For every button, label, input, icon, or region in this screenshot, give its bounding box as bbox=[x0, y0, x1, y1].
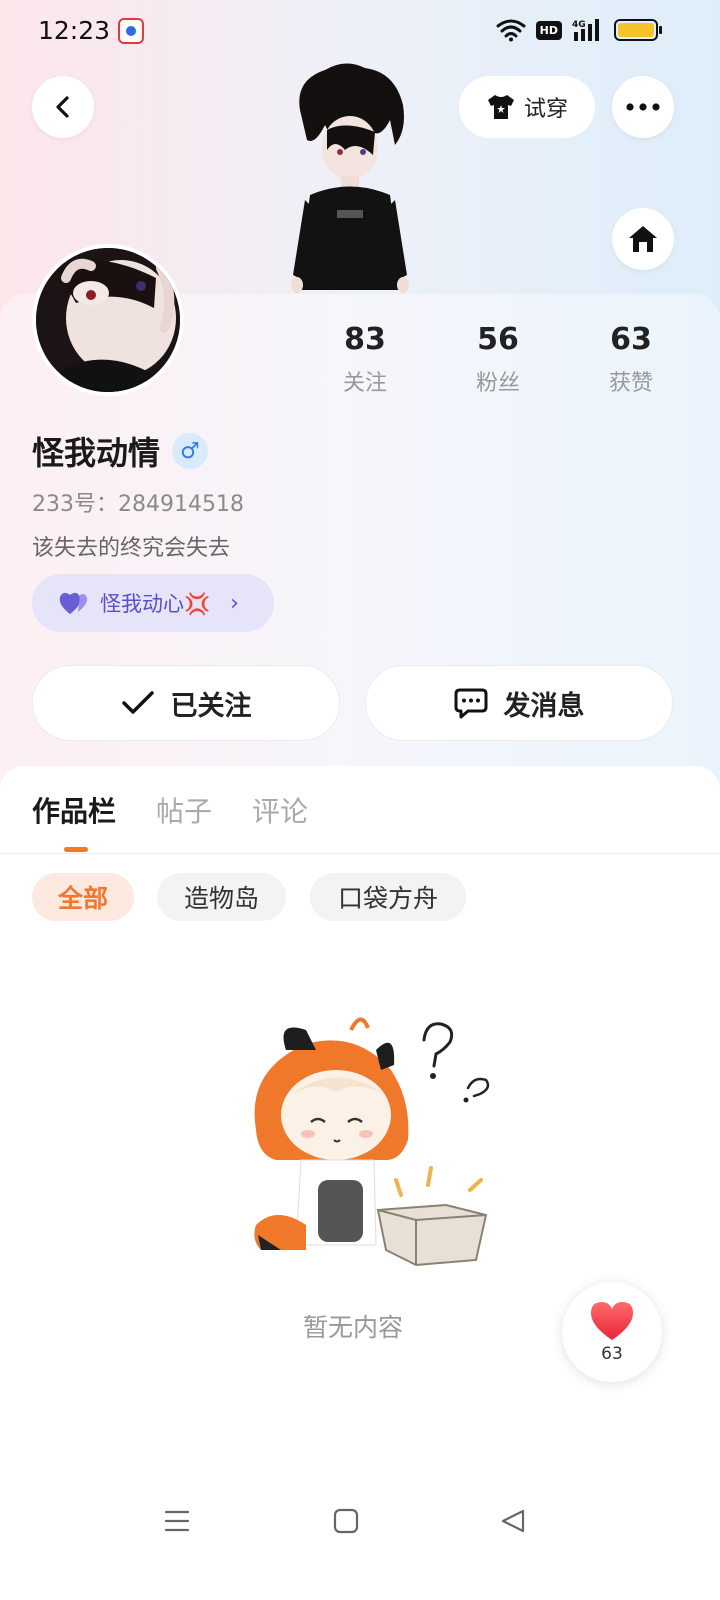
wifi-icon bbox=[496, 18, 526, 42]
svg-text:4G: 4G bbox=[572, 20, 586, 30]
send-message-label: 发消息 bbox=[503, 690, 585, 722]
signal-4g-icon: 4G bbox=[572, 18, 604, 42]
chat-bubble-icon bbox=[454, 688, 487, 719]
tab-posts[interactable]: 帖子 bbox=[156, 790, 212, 830]
chevron-right-icon: › bbox=[230, 590, 239, 616]
system-navigation-bar bbox=[0, 1490, 720, 1560]
stat-likes[interactable]: 63 获赞 bbox=[576, 322, 686, 397]
user-id: 233号：284914518 bbox=[32, 492, 244, 517]
user-bio: 该失去的终究会失去 bbox=[32, 536, 231, 561]
like-button[interactable]: 63 bbox=[562, 1282, 662, 1382]
home-space-button[interactable] bbox=[612, 208, 674, 270]
send-message-button[interactable]: 发消息 bbox=[365, 665, 673, 741]
following-label: 关注 bbox=[342, 371, 387, 396]
username: 怪我动情 bbox=[32, 434, 161, 472]
hd-badge: HD bbox=[535, 20, 562, 40]
status-time: 12:23 bbox=[38, 16, 111, 45]
signature-label: 怪我动心💢 bbox=[100, 592, 211, 616]
username-row: 怪我动情 ♂ bbox=[32, 428, 209, 474]
followed-label: 已关注 bbox=[170, 690, 252, 722]
fans-label: 粉丝 bbox=[475, 371, 520, 396]
active-tab-indicator bbox=[64, 847, 88, 852]
followed-button[interactable]: 已关注 bbox=[32, 665, 340, 741]
likes-label: 获赞 bbox=[608, 371, 653, 396]
baidu-app-icon bbox=[118, 18, 144, 44]
likes-count: 63 bbox=[610, 322, 652, 357]
battery-icon bbox=[614, 19, 662, 41]
red-heart-icon bbox=[591, 1302, 633, 1340]
stat-following[interactable]: 83 关注 bbox=[310, 322, 420, 397]
status-indicators: HD 4G bbox=[496, 18, 662, 42]
filter-zaowu-island[interactable]: 造物岛 bbox=[157, 873, 286, 921]
back-button[interactable] bbox=[32, 76, 94, 138]
male-gender-icon: ♂ bbox=[172, 433, 209, 469]
check-icon bbox=[121, 691, 154, 714]
more-dots-icon bbox=[626, 103, 660, 111]
square-home-icon[interactable] bbox=[333, 1508, 359, 1538]
fans-count: 56 bbox=[477, 322, 519, 357]
like-count: 63 bbox=[601, 1344, 623, 1364]
following-count: 83 bbox=[344, 322, 386, 357]
purple-heart-icon bbox=[59, 592, 88, 614]
more-options-button[interactable] bbox=[612, 76, 674, 138]
user-avatar[interactable] bbox=[32, 244, 184, 396]
try-on-label: 试穿 bbox=[523, 97, 568, 122]
filter-all[interactable]: 全部 bbox=[32, 873, 134, 921]
menu-icon[interactable] bbox=[164, 1508, 190, 1538]
tab-comments[interactable]: 评论 bbox=[252, 790, 308, 830]
signature-chip[interactable]: 怪我动心💢 › bbox=[32, 574, 274, 632]
content-tabs: 作品栏 帖子 评论 bbox=[32, 790, 308, 830]
stat-fans[interactable]: 56 粉丝 bbox=[443, 322, 553, 397]
home-icon bbox=[629, 226, 657, 252]
triangle-back-icon[interactable] bbox=[500, 1508, 526, 1538]
filter-pocket-ark[interactable]: 口袋方舟 bbox=[310, 873, 466, 921]
tab-works[interactable]: 作品栏 bbox=[32, 790, 116, 830]
shirt-icon bbox=[487, 95, 514, 119]
back-arrow-icon bbox=[56, 96, 69, 118]
avatar-character-figure bbox=[285, 60, 415, 298]
try-on-button[interactable]: 试穿 bbox=[459, 76, 595, 138]
tab-divider bbox=[0, 853, 720, 854]
confused-girl-empty-box-illustration bbox=[236, 1010, 496, 1270]
status-bar: 12:23 HD 4G bbox=[0, 0, 720, 66]
